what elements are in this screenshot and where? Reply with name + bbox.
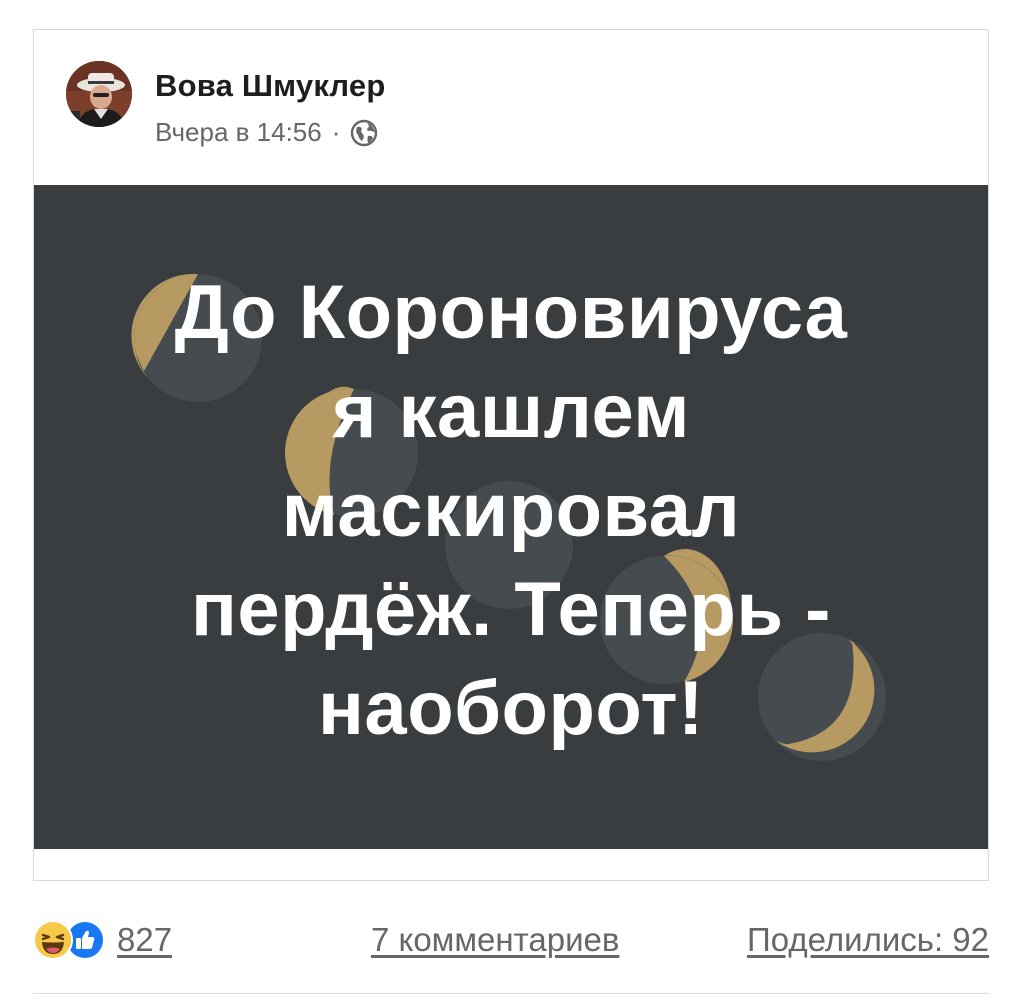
globe-icon[interactable] [349, 118, 379, 148]
avatar-image [66, 61, 132, 127]
post-meta: Вчера в 14:56 · [155, 117, 379, 148]
meta-separator: · [331, 117, 341, 147]
haha-reaction-icon [33, 920, 73, 960]
avatar[interactable] [66, 61, 132, 127]
reactions-summary[interactable]: 827 [33, 920, 172, 960]
post-text-line: пердёж. Теперь - [191, 567, 831, 652]
post-text-line: маскировал [281, 468, 741, 553]
post-header: Вова Шмуклер Вчера в 14:56 · [34, 30, 988, 185]
comments-link[interactable]: 7 комментариев [371, 921, 619, 959]
reaction-count[interactable]: 827 [117, 921, 172, 959]
post-card: Вова Шмуклер Вчера в 14:56 · До Коронови… [33, 29, 989, 881]
post-text-line: наоборот! [318, 666, 704, 751]
author-name[interactable]: Вова Шмуклер [155, 68, 386, 104]
post-footer: 827 7 комментариев Поделились: 92 [33, 915, 989, 965]
shares-link[interactable]: Поделились: 92 [747, 921, 989, 959]
post-timestamp[interactable]: Вчера в 14:56 [155, 117, 322, 148]
post-text-line: я кашлем [332, 369, 690, 454]
post-image[interactable]: До Короновируса я кашлем маскировал перд… [34, 185, 988, 849]
divider [33, 993, 989, 994]
post-image-text: До Короновируса я кашлем маскировал перд… [34, 263, 988, 758]
post-text-line: До Короновируса [174, 270, 848, 355]
